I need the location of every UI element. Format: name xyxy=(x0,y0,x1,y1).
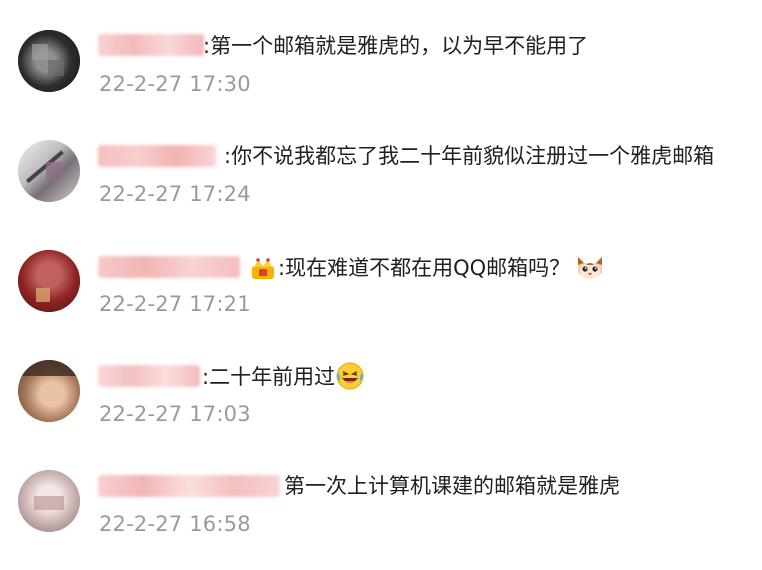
vip-badge-icon xyxy=(250,258,276,280)
comment-row-text: :二十年前用过 xyxy=(202,361,365,393)
comment-time: 22-2-27 17:30 xyxy=(99,72,251,96)
comment-text: :你不说我都忘了我二十年前貌似注册过一个雅虎邮箱 xyxy=(224,144,715,168)
comment-list: :第一个邮箱就是雅虎的，以为早不能用了 22-2-27 17:30 :你不说我都… xyxy=(0,0,762,536)
username-blurred[interactable] xyxy=(98,145,216,167)
avatar[interactable] xyxy=(18,470,80,532)
comment-time: 22-2-27 16:58 xyxy=(99,512,251,536)
username-blurred[interactable] xyxy=(98,475,280,497)
comment-text: 第一次上计算机课建的邮箱就是雅虎 xyxy=(284,474,620,498)
username-blurred[interactable] xyxy=(98,256,240,278)
comment-item: :第一个邮箱就是雅虎的，以为早不能用了 22-2-27 17:30 xyxy=(0,30,762,130)
comment-item: :二十年前用过 22-2-27 17:03 xyxy=(0,360,762,460)
comment-text: :二十年前用过 xyxy=(202,365,336,389)
laughing-tears-icon xyxy=(335,361,365,391)
avatar[interactable] xyxy=(18,140,80,202)
avatar[interactable] xyxy=(18,360,80,422)
avatar[interactable] xyxy=(18,30,80,92)
comment-time: 22-2-27 17:03 xyxy=(99,402,251,426)
cat-face-icon xyxy=(574,251,606,283)
comment-item: :现在难道不都在用QQ邮箱吗？ 22-2-27 17:21 xyxy=(0,250,762,350)
comment-text: :现在难道不都在用QQ邮箱吗？ xyxy=(278,256,571,280)
username-blurred[interactable] xyxy=(98,34,204,56)
comment-row-text: :现在难道不都在用QQ邮箱吗？ xyxy=(250,253,606,285)
username-blurred[interactable] xyxy=(98,365,200,387)
comment-item: 第一次上计算机课建的邮箱就是雅虎 22-2-27 16:58 xyxy=(0,470,762,570)
comment-item: :你不说我都忘了我二十年前貌似注册过一个雅虎邮箱 22-2-27 17:24 xyxy=(0,140,762,240)
comment-time: 22-2-27 17:21 xyxy=(99,292,251,316)
comment-time: 22-2-27 17:24 xyxy=(99,182,251,206)
comment-text: :第一个邮箱就是雅虎的，以为早不能用了 xyxy=(203,34,589,58)
avatar[interactable] xyxy=(18,250,80,312)
